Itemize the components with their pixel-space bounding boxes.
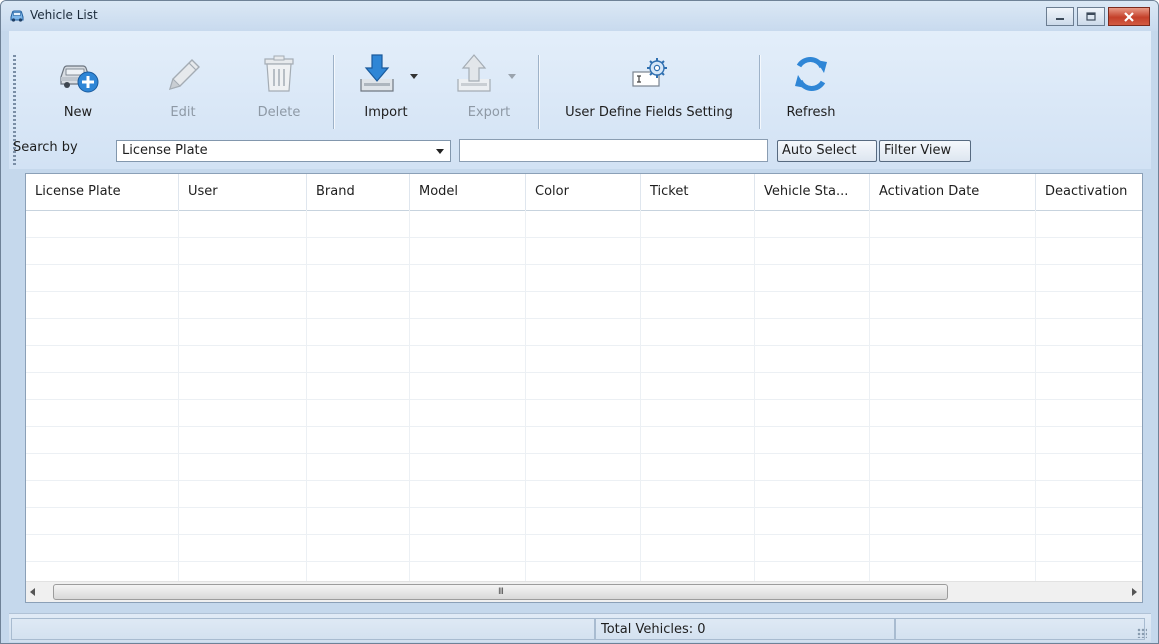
scrollbar-grip: III <box>498 587 504 597</box>
window-controls <box>1046 7 1150 26</box>
window-title: Vehicle List <box>30 8 98 22</box>
export-icon <box>457 54 491 92</box>
refresh-icon <box>795 57 827 91</box>
refresh-button[interactable]: Refresh <box>782 51 840 120</box>
total-vehicles-text: Total Vehicles: 0 <box>601 622 706 637</box>
grid-line <box>178 210 179 582</box>
grid-line <box>26 453 1142 454</box>
edit-label: Edit <box>170 105 196 120</box>
filter-view-button[interactable]: Filter View <box>879 140 971 162</box>
auto-select-button[interactable]: Auto Select <box>777 140 877 162</box>
column-header-ticket[interactable]: Ticket <box>641 174 755 210</box>
user-define-fields-button[interactable]: User Define Fields Setting <box>551 51 747 120</box>
grid-line <box>306 210 307 582</box>
vehicle-table[interactable]: License Plate User Brand Model Color Tic… <box>25 173 1143 603</box>
column-header-color[interactable]: Color <box>526 174 641 210</box>
import-icon <box>360 54 394 92</box>
maximize-button[interactable] <box>1077 7 1105 26</box>
maximize-icon <box>1086 12 1096 21</box>
grid-line <box>26 534 1142 535</box>
grid-line <box>1035 210 1036 582</box>
new-button[interactable]: New <box>49 51 107 120</box>
search-input[interactable] <box>459 139 768 162</box>
vehicle-list-window: Vehicle List New Edit Delete Import Expo… <box>0 0 1159 644</box>
search-by-select[interactable]: License Plate <box>116 140 451 162</box>
grid-line <box>409 210 410 582</box>
export-label: Export <box>467 105 511 120</box>
column-header-activation-date[interactable]: Activation Date <box>870 174 1036 210</box>
grid-line <box>26 264 1142 265</box>
grid-line <box>26 480 1142 481</box>
column-header-brand[interactable]: Brand <box>307 174 410 210</box>
title-bar[interactable]: Vehicle List <box>1 1 1158 31</box>
grid-line <box>26 399 1142 400</box>
grid-line <box>869 210 870 582</box>
export-button[interactable]: Export <box>457 51 521 120</box>
toolbar-separator <box>333 55 335 129</box>
toolbar-separator <box>538 55 540 129</box>
minimize-button[interactable] <box>1046 7 1074 26</box>
toolbar-separator <box>759 55 761 129</box>
status-bar: Total Vehicles: 0 <box>9 613 1151 642</box>
grid-line <box>26 372 1142 373</box>
grid-line <box>754 210 755 582</box>
pencil-icon <box>168 59 200 91</box>
grid-line <box>26 345 1142 346</box>
chevron-down-icon <box>436 149 444 154</box>
scroll-right-icon[interactable] <box>1132 588 1137 596</box>
add-vehicle-icon <box>60 65 99 93</box>
column-header-user[interactable]: User <box>179 174 307 210</box>
refresh-label: Refresh <box>786 105 836 120</box>
grid-line <box>26 237 1142 238</box>
table-header: License Plate User Brand Model Color Tic… <box>26 174 1142 211</box>
trash-icon <box>264 55 294 92</box>
scroll-left-icon[interactable] <box>30 588 35 596</box>
field-settings-icon <box>632 58 667 87</box>
delete-button[interactable]: Delete <box>253 51 305 120</box>
close-icon <box>1124 11 1134 22</box>
minimize-icon <box>1056 17 1064 20</box>
resize-grip[interactable] <box>1137 628 1147 638</box>
close-button[interactable] <box>1108 7 1150 26</box>
grid-line <box>26 426 1142 427</box>
car-icon <box>10 10 24 22</box>
horizontal-scrollbar[interactable]: III <box>26 581 1142 602</box>
new-label: New <box>63 105 93 120</box>
column-header-license-plate[interactable]: License Plate <box>26 174 179 210</box>
status-panel <box>11 618 595 640</box>
grid-line <box>525 210 526 582</box>
scrollbar-thumb[interactable]: III <box>53 584 948 600</box>
import-dropdown-icon[interactable] <box>410 74 418 79</box>
status-panel <box>895 618 1145 640</box>
column-header-deactivation[interactable]: Deactivation <box>1036 174 1142 210</box>
edit-button[interactable]: Edit <box>159 51 207 120</box>
grid-line <box>640 210 641 582</box>
grid-line <box>26 561 1142 562</box>
import-button[interactable]: Import <box>354 51 418 120</box>
column-header-model[interactable]: Model <box>410 174 526 210</box>
delete-label: Delete <box>257 105 301 120</box>
grid-line <box>26 318 1142 319</box>
column-header-vehicle-status[interactable]: Vehicle Sta... <box>755 174 870 210</box>
search-by-label: Search by <box>13 140 78 155</box>
grid-line <box>26 291 1142 292</box>
search-by-value: License Plate <box>122 143 208 158</box>
export-dropdown-icon[interactable] <box>508 74 516 79</box>
udf-label: User Define Fields Setting <box>565 105 733 120</box>
import-label: Import <box>364 105 408 120</box>
grid-line <box>26 507 1142 508</box>
